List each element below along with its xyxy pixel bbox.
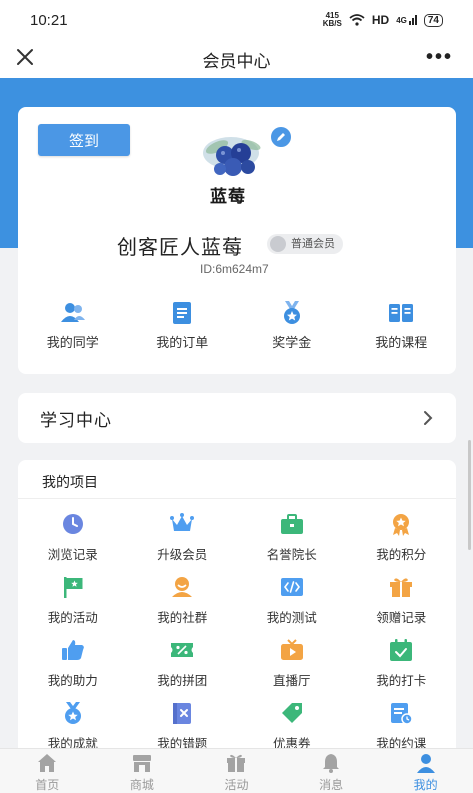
briefcase-icon — [280, 514, 303, 534]
user-id: ID:6m624m7 — [200, 262, 269, 276]
course-book-icon — [389, 304, 414, 322]
page-title: 会员中心 — [202, 51, 271, 71]
my-projects-card: 我的项目 浏览记录 升级会员 名誉院长 我的积分 我的活动 我的社群 我的测试 … — [18, 460, 456, 760]
project-item-gift-records[interactable]: 领赠记录 — [347, 575, 457, 638]
calendar-check-icon — [390, 639, 413, 661]
edit-avatar-button[interactable] — [269, 125, 293, 149]
projects-grid: 浏览记录 升级会员 名誉院长 我的积分 我的活动 我的社群 我的测试 领赠记录 … — [18, 512, 456, 760]
nav-bar: 会员中心 ••• — [0, 40, 473, 78]
username: 创客匠人蓝莓 — [117, 237, 243, 259]
more-menu-icon[interactable]: ••• — [426, 47, 453, 67]
project-item-my-boost[interactable]: 我的助力 — [18, 638, 128, 701]
quick-action-courses[interactable]: 我的课程 — [347, 300, 457, 351]
code-icon — [280, 578, 303, 596]
my-projects-title: 我的项目 — [42, 474, 98, 490]
avatar-caption: 蓝莓 — [210, 187, 246, 207]
network-type: 4G — [396, 16, 407, 25]
quick-action-scholarship[interactable]: 奖学金 — [237, 300, 347, 351]
store-icon — [132, 755, 151, 772]
classmates-icon — [60, 303, 85, 322]
signin-button[interactable]: 签到 — [38, 124, 130, 156]
study-center-title: 学习中心 — [40, 411, 112, 430]
chevron-right-icon — [424, 411, 433, 425]
quick-action-orders[interactable]: 我的订单 — [128, 300, 238, 351]
tab-home[interactable]: 首页 — [0, 749, 95, 793]
wrong-answer-book-icon — [173, 703, 192, 724]
quick-action-classmates[interactable]: 我的同学 — [18, 300, 128, 351]
divider — [18, 498, 456, 499]
project-item-check-in[interactable]: 我的打卡 — [347, 638, 457, 701]
clock-icon — [62, 514, 83, 534]
tab-store[interactable]: 商城 — [95, 749, 190, 793]
member-level-badge[interactable]: 普通会员 — [267, 234, 343, 254]
bell-icon — [323, 754, 340, 773]
tab-messages[interactable]: 消息 — [284, 749, 379, 793]
discount-ticket-icon — [171, 643, 194, 657]
project-item-honorary-dean[interactable]: 名誉院长 — [237, 512, 347, 575]
project-item-live-hall[interactable]: 直播厅 — [237, 638, 347, 701]
project-item-my-tests[interactable]: 我的测试 — [237, 575, 347, 638]
coupon-tag-icon — [281, 703, 302, 723]
group-icon — [172, 577, 193, 597]
status-bar: 10:21 415 KB/S HD 4G 74 — [0, 0, 473, 40]
flag-icon — [63, 577, 83, 598]
medal-icon — [283, 301, 300, 324]
badge-star-icon — [393, 514, 410, 536]
home-icon — [38, 754, 57, 772]
scrollbar[interactable] — [468, 440, 471, 550]
study-center-row[interactable]: 学习中心 — [18, 393, 456, 443]
live-play-icon — [280, 639, 303, 660]
person-icon — [416, 754, 435, 773]
appointment-doc-icon — [391, 703, 413, 725]
status-indicators: 415 KB/S HD 4G 74 — [323, 12, 443, 28]
achievement-medal-icon — [64, 702, 81, 724]
project-item-my-community[interactable]: 我的社群 — [128, 575, 238, 638]
wifi-icon — [349, 14, 365, 26]
crown-icon — [170, 513, 195, 531]
project-item-group-buy[interactable]: 我的拼团 — [128, 638, 238, 701]
gift-icon — [390, 578, 413, 597]
status-time: 10:21 — [30, 11, 68, 29]
project-item-my-activities[interactable]: 我的活动 — [18, 575, 128, 638]
cellular-signal-icon: 4G — [396, 15, 417, 25]
tab-activities[interactable]: 活动 — [189, 749, 284, 793]
tab-mine[interactable]: 我的 — [378, 749, 473, 793]
thumb-up-icon — [61, 640, 84, 660]
pencil-icon — [277, 133, 285, 141]
project-item-upgrade-member[interactable]: 升级会员 — [128, 512, 238, 575]
bottom-tab-bar: 首页 商城 活动 消息 我的 — [0, 748, 473, 793]
network-speed: 415 KB/S — [322, 11, 342, 28]
battery-indicator: 74 — [423, 13, 443, 27]
hd-indicator: HD — [371, 13, 390, 27]
project-item-my-points[interactable]: 我的积分 — [347, 512, 457, 575]
quick-actions: 我的同学 我的订单 奖学金 我的课程 — [18, 300, 456, 351]
project-item-browse-history[interactable]: 浏览记录 — [18, 512, 128, 575]
close-icon[interactable] — [14, 46, 36, 68]
member-level-icon — [270, 236, 286, 252]
gift-box-icon — [227, 754, 246, 772]
orders-icon — [173, 302, 192, 324]
